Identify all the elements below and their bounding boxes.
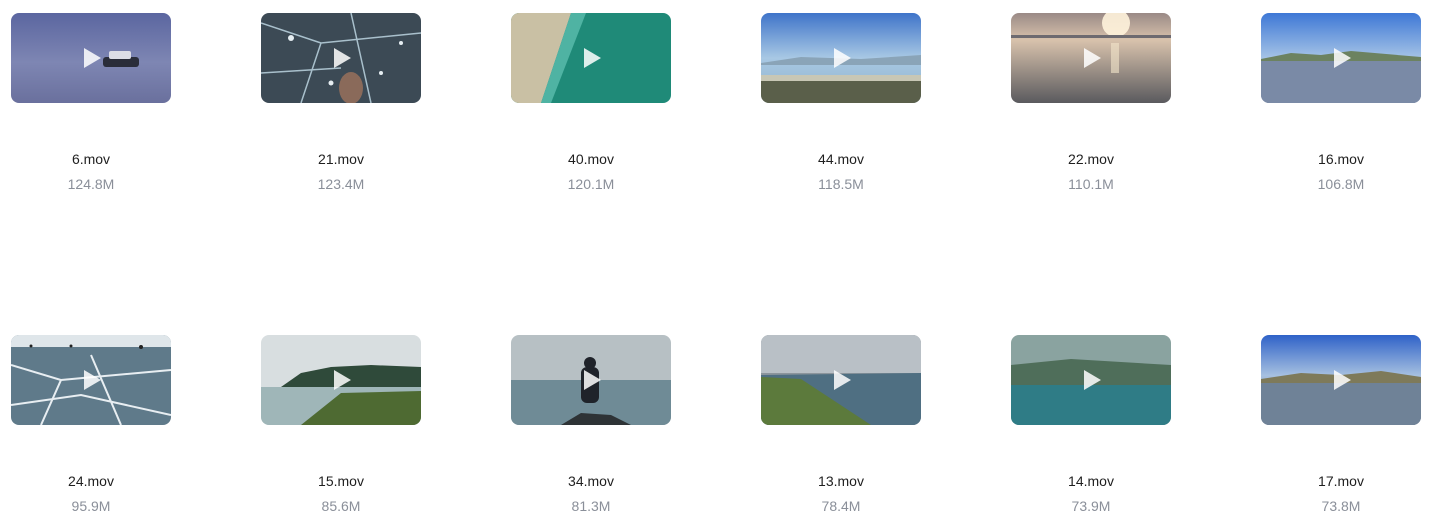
video-filesize: 73.8M	[1321, 498, 1361, 514]
video-filename: 40.mov	[568, 151, 614, 167]
video-thumbnail[interactable]	[261, 335, 421, 425]
video-filesize: 106.8M	[1317, 176, 1365, 192]
video-item[interactable]: 34.mov 81.3M	[511, 335, 671, 515]
play-icon[interactable]	[81, 47, 103, 69]
video-filesize: 118.5M	[818, 176, 864, 192]
video-filename: 24.mov	[68, 473, 114, 489]
video-item[interactable]: 44.mov 118.5M	[761, 13, 921, 193]
video-thumbnail[interactable]	[11, 13, 171, 103]
video-grid: 6.mov 124.8M 21.mov 123.4M 40.mov 120.1M	[0, 0, 1436, 525]
video-filesize: 124.8M	[67, 176, 115, 192]
video-filesize: 85.6M	[321, 498, 361, 514]
video-filename: 14.mov	[1068, 473, 1114, 489]
play-icon[interactable]	[581, 369, 603, 391]
video-thumbnail[interactable]	[1261, 13, 1421, 103]
video-thumbnail[interactable]	[1011, 335, 1171, 425]
play-icon[interactable]	[331, 47, 353, 69]
play-icon[interactable]	[1331, 369, 1353, 391]
video-filesize: 81.3M	[571, 498, 611, 514]
video-filesize: 95.9M	[71, 498, 111, 514]
play-icon[interactable]	[581, 47, 603, 69]
video-filesize: 110.1M	[1068, 176, 1114, 192]
video-filename: 34.mov	[568, 473, 614, 489]
video-item[interactable]: 6.mov 124.8M	[11, 13, 171, 193]
video-thumbnail[interactable]	[511, 13, 671, 103]
video-thumbnail[interactable]	[261, 13, 421, 103]
video-filesize: 123.4M	[317, 176, 365, 192]
video-item[interactable]: 15.mov 85.6M	[261, 335, 421, 515]
video-filename: 13.mov	[818, 473, 864, 489]
video-item[interactable]: 16.mov 106.8M	[1261, 13, 1421, 193]
play-icon[interactable]	[831, 369, 853, 391]
video-thumbnail[interactable]	[1011, 13, 1171, 103]
video-filename: 44.mov	[818, 151, 864, 167]
play-icon[interactable]	[831, 47, 853, 69]
video-filesize: 78.4M	[821, 498, 861, 514]
video-item[interactable]: 24.mov 95.9M	[11, 335, 171, 515]
video-thumbnail[interactable]	[1261, 335, 1421, 425]
play-icon[interactable]	[331, 369, 353, 391]
play-icon[interactable]	[1081, 47, 1103, 69]
video-filename: 17.mov	[1318, 473, 1364, 489]
video-thumbnail[interactable]	[511, 335, 671, 425]
video-item[interactable]: 21.mov 123.4M	[261, 13, 421, 193]
video-thumbnail[interactable]	[11, 335, 171, 425]
play-icon[interactable]	[81, 369, 103, 391]
video-item[interactable]: 13.mov 78.4M	[761, 335, 921, 515]
video-thumbnail[interactable]	[761, 13, 921, 103]
video-item[interactable]: 17.mov 73.8M	[1261, 335, 1421, 515]
video-filename: 22.mov	[1068, 151, 1114, 167]
video-item[interactable]: 40.mov 120.1M	[511, 13, 671, 193]
play-icon[interactable]	[1331, 47, 1353, 69]
video-filesize: 120.1M	[567, 176, 615, 192]
video-filename: 6.mov	[71, 151, 111, 167]
video-item[interactable]: 22.mov 110.1M	[1011, 13, 1171, 193]
video-thumbnail[interactable]	[761, 335, 921, 425]
video-filename: 21.mov	[318, 151, 364, 167]
video-filename: 16.mov	[1318, 151, 1364, 167]
video-item[interactable]: 14.mov 73.9M	[1011, 335, 1171, 515]
video-filename: 15.mov	[318, 473, 364, 489]
video-filesize: 73.9M	[1071, 498, 1111, 514]
play-icon[interactable]	[1081, 369, 1103, 391]
